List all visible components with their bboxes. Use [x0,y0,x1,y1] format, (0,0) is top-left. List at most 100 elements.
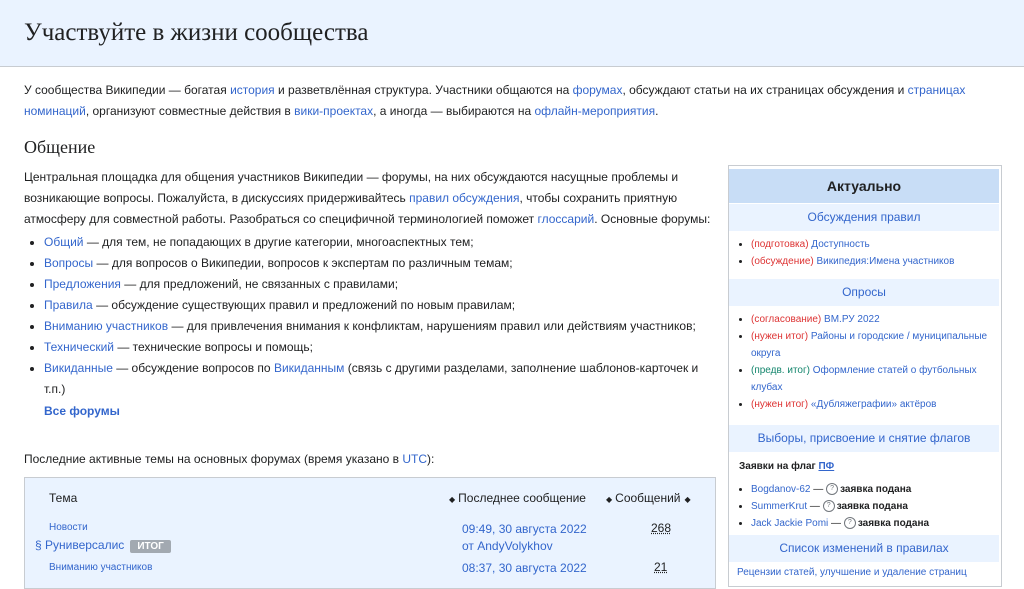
section-text: . Основные форумы: [594,212,711,226]
list-item[interactable]: (предв. итог) Оформление статей о футбол… [751,362,1009,396]
sort-icon: ◆ [449,495,456,504]
request-status: заявка подана [836,501,908,512]
pf-flag-link[interactable]: ПФ [818,461,834,472]
list-item[interactable]: (нужен итог) Районы и городские / муници… [751,328,1009,362]
recent-topics-caption: Последние активные темы на основных фору… [24,449,434,470]
history-link[interactable]: история [230,83,275,97]
status-tag: (нужен итог) [751,399,809,410]
list-item[interactable]: (нужен итог) «Дубляжеграфии» актёров [751,396,1009,413]
discussion-rules-link[interactable]: правил обсуждения [409,191,519,205]
item-link: Википедия:Имена участников [813,256,955,267]
list-item: Jack Jackie Pomi — ?заявка подана [751,515,1009,532]
flags-heading: Заявки на флаг ПФ [739,461,834,472]
sidebar-section-changes[interactable]: Список изменений в правилах [729,535,999,562]
page-title: Участвуйте в жизни сообщества [24,19,369,46]
list-item: Bogdanov-62 — ?заявка подана [751,481,1009,498]
forum-desc: — обсуждение существующих правил и предл… [92,298,516,312]
section-heading: Общение [24,137,96,157]
section-link-text: Выборы, присвоение и снятие флагов [757,431,971,445]
all-forums-link[interactable]: Все форумы [44,401,714,422]
section-link-text: Обсуждения правил [807,210,921,224]
wikidata-link[interactable]: Викиданным [274,361,344,375]
forum-attention-link[interactable]: Вниманию участников [44,319,168,333]
topic-link[interactable]: § Руниверсалис [35,538,124,552]
intro-text: , а иногда — выбираются на [373,104,535,118]
list-item[interactable]: (согласование) ВМ.РУ 2022 [751,311,1009,328]
utc-link[interactable]: UTC [402,452,427,466]
forum-item: Технический — технические вопросы и помо… [44,337,714,358]
forum-proposals-link[interactable]: Предложения [44,277,121,291]
forum-item: Правила — обсуждение существующих правил… [44,295,714,316]
status-tag: (нужен итог) [751,331,809,342]
forum-desc: — для предложений, не связанных с правил… [120,277,399,291]
question-icon: ? [843,517,856,530]
sidebar-section-elections[interactable]: Выборы, присвоение и снятие флагов [729,425,999,452]
forums-description: Центральная площадка для общения участни… [24,167,714,230]
list-item[interactable]: (подготовка) Доступность [751,236,1009,253]
sort-icon: ◆ [684,495,691,504]
status-tag: (обсуждение) [751,256,814,267]
sidebar-section-rules[interactable]: Обсуждения правил [729,204,999,231]
current-sidebar: Актуально Обсуждения правил (подготовка)… [728,165,1002,587]
column-header-last-message[interactable]: ◆ Последнее сообщение [449,491,586,505]
last-message-cell: 09:49, 30 августа 2022 от AndyVolykhov [462,521,587,555]
request-status: заявка подана [857,518,930,529]
forum-list: Общий — для тем, не попадающих в другие … [24,232,714,400]
forum-desc: — для привлечения внимания к конфликтам,… [168,319,696,333]
row-section-link[interactable]: Вниманию участников [49,562,152,573]
forum-general-link[interactable]: Общий [44,235,84,249]
column-header-label: Сообщений [615,491,681,505]
forum-questions-link[interactable]: Вопросы [44,256,93,270]
status-badge: ИТОГ [130,540,171,553]
forum-item: Вниманию участников — для привлечения вн… [44,316,714,337]
flag-requests-list: Bogdanov-62 — ?заявка подана SummerKrut … [737,481,1009,532]
forum-rules-link[interactable]: Правила [44,298,93,312]
page-header: Участвуйте в жизни сообщества [0,0,1024,67]
polls-list: (согласование) ВМ.РУ 2022 (нужен итог) Р… [737,311,1009,413]
item-link: ВМ.РУ 2022 [821,314,880,325]
question-icon: ? [822,500,835,513]
forum-item: Викиданные — обсуждение вопросов по Вики… [44,358,714,400]
list-item[interactable]: (обсуждение) Википедия:Имена участников [751,253,1009,270]
last-message-link[interactable]: 08:37, 30 августа 2022 [462,561,587,575]
sidebar-title: Актуально [729,169,999,203]
wikiprojects-link[interactable]: вики-проектах [294,104,373,118]
user-link[interactable]: Jack Jackie Pomi [751,518,828,529]
column-header-count[interactable]: ◆ Сообщений ◆ [606,491,694,505]
flags-label: Заявки на флаг [739,461,819,472]
reviews-link[interactable]: Рецензии статей, улучшение и удаление ст… [737,567,967,578]
sidebar-section-polls[interactable]: Опросы [729,279,999,306]
forum-desc: — обсуждение вопросов по [112,361,274,375]
author-link[interactable]: от AndyVolykhov [462,539,553,553]
forums-link[interactable]: форумах [573,83,623,97]
intro-text: У сообщества Википедии — богатая [24,83,231,97]
communication-section: Центральная площадка для общения участни… [24,167,714,422]
request-status: заявка подана [840,484,912,495]
intro-text: . [655,104,659,118]
intro-text: , организуют совместные действия в [85,104,295,118]
list-item: SummerKrut — ?заявка подана [751,498,1009,515]
forum-desc: — для вопросов о Википедии, вопросов к э… [93,256,513,270]
recent-text: ): [427,452,435,466]
last-message-link[interactable]: 09:49, 30 августа 2022 [462,522,587,536]
message-count: 268 [651,521,672,535]
message-count: 21 [654,560,668,574]
glossary-link[interactable]: глоссарий [538,212,595,226]
offline-events-link[interactable]: офлайн-мероприятия [534,104,655,118]
last-message-cell: 08:37, 30 августа 2022 [462,560,587,577]
recent-topics-table: Тема ◆ Последнее сообщение ◆ Сообщений ◆ Но… [24,477,716,589]
forum-item: Предложения — для предложений, не связан… [44,274,714,295]
user-link[interactable]: SummerKrut [751,501,807,512]
forum-item: Общий — для тем, не попадающих в другие … [44,232,714,253]
forum-technical-link[interactable]: Технический [44,340,114,354]
user-link[interactable]: Bogdanov-62 [751,484,811,495]
forum-wikidata-link[interactable]: Викиданные [44,361,113,375]
recent-text: Последние активные темы на основных фору… [24,452,403,466]
status-tag: (подготовка) [751,239,809,250]
intro-paragraph: У сообщества Википедии — богатая история… [24,80,999,122]
row-section-link[interactable]: Новости [49,522,88,533]
question-icon: ? [826,483,839,496]
column-header-topic[interactable]: Тема [49,491,77,505]
section-link-text: Новости [49,522,88,533]
column-header-label: Последнее сообщение [458,491,586,505]
